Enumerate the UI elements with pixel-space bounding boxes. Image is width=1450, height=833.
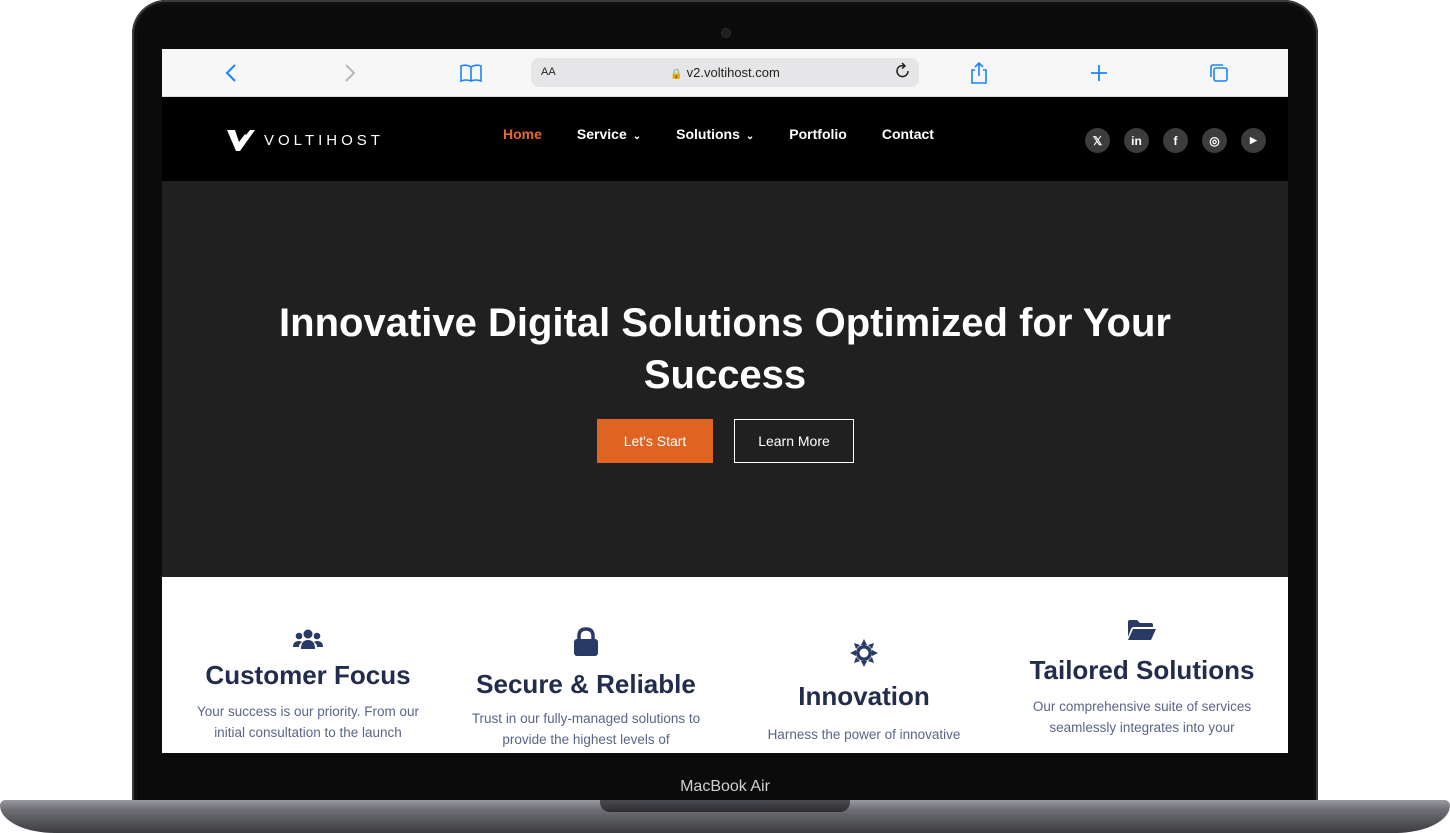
chevron-down-icon: ⌄ [745,131,755,142]
features-section: Customer Focus Your success is our prior… [162,577,1288,753]
browser-toolbar: AA 🔒 v2.voltihost.com [162,49,1288,97]
back-button[interactable] [218,60,244,86]
feature-tailored-solutions: Tailored Solutions Our comprehensive sui… [1008,619,1276,738]
forward-button[interactable] [337,60,363,86]
site-header: VOLTIHOST Home Service ⌄ Solutions ⌄ Portf… [162,97,1288,181]
url-text: 🔒 v2.voltihost.com [531,65,919,80]
facebook-icon[interactable]: f [1163,128,1188,153]
url-value: v2.voltihost.com [686,65,780,80]
lock-icon [458,627,714,657]
logo-text: VOLTIHOST [264,131,384,149]
share-button[interactable] [966,60,992,86]
feature-text: Our comprehensive suite of services seam… [1032,699,1252,735]
reload-icon [896,62,909,78]
feature-secure-reliable: Secure & Reliable Trust in our fully-man… [458,627,714,750]
share-icon [971,61,987,84]
linkedin-icon[interactable]: in [1124,128,1149,153]
gear-icon [748,639,980,667]
x-icon[interactable]: 𝕏 [1085,128,1110,153]
nav-home[interactable]: Home [503,126,542,142]
social-links: 𝕏 in f ◎ ▶ [1085,128,1280,153]
chevron-right-icon [345,64,356,82]
chevron-left-icon [225,64,236,82]
tabs-icon [1210,64,1228,82]
voltihost-logo-icon [227,130,255,151]
nav-service[interactable]: Service ⌄ [577,126,641,142]
laptop-hinge-notch [600,800,850,812]
hero-title: Innovative Digital Solutions Optimized f… [279,301,1171,397]
nav-solutions-label: Solutions [676,126,740,142]
lets-start-button[interactable]: Let's Start [597,419,713,463]
instagram-icon[interactable]: ◎ [1202,128,1227,153]
youtube-icon[interactable]: ▶ [1241,128,1266,153]
feature-title: Secure & Reliable [476,669,696,699]
reload-button[interactable] [895,62,911,85]
main-nav: Home Service ⌄ Solutions ⌄ Portfolio Conta… [503,126,969,142]
users-icon [182,628,434,650]
site-logo[interactable]: VOLTIHOST [226,127,384,153]
nav-portfolio[interactable]: Portfolio [789,126,847,142]
feature-innovation: Innovation Harness the power of innovati… [748,639,980,745]
feature-text: Your success is our priority. From our i… [196,704,420,740]
nav-contact-label: Contact [881,126,934,142]
feature-title: Innovation [798,681,930,711]
nav-service-label: Service [576,126,627,142]
model-label: MacBook Air [680,778,770,795]
chevron-down-icon: ⌄ [632,131,642,142]
book-icon [460,64,482,83]
bookmarks-button[interactable] [458,60,484,86]
feature-title: Tailored Solutions [1029,655,1255,685]
feature-text: Harness the power of innovative [767,727,961,742]
learn-more-button[interactable]: Learn More [734,419,854,463]
nav-contact[interactable]: Contact [882,126,934,142]
camera-dot [721,28,731,38]
laptop-screen: AA 🔒 v2.voltihost.com VOLTIHOST Home Serv… [162,49,1288,753]
feature-text: Trust in our fully-managed solutions to … [471,711,701,747]
nav-home-label: Home [503,126,542,142]
hero-section: Innovative Digital Solutions Optimized f… [162,181,1288,577]
new-tab-button[interactable] [1086,60,1112,86]
nav-solutions[interactable]: Solutions ⌄ [676,126,754,142]
folder-open-icon [1008,619,1276,641]
feature-customer-focus: Customer Focus Your success is our prior… [182,628,434,743]
address-bar[interactable]: AA 🔒 v2.voltihost.com [531,58,919,87]
plus-icon [1091,65,1107,81]
tabs-button[interactable] [1206,60,1232,86]
nav-portfolio-label: Portfolio [789,126,847,142]
lock-icon: 🔒 [670,69,683,80]
feature-title: Customer Focus [205,660,411,690]
